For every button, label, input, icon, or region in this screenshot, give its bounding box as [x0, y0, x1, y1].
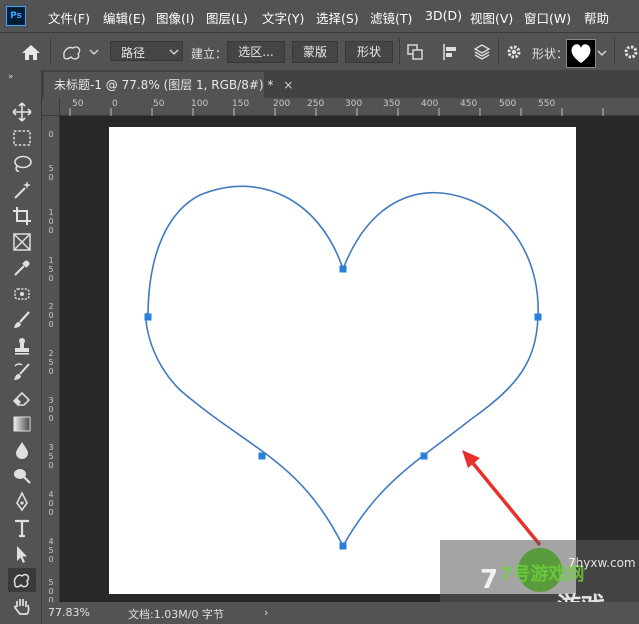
status-menu-arrow[interactable]: ›	[264, 606, 268, 619]
svg-text:7: 7	[480, 565, 498, 595]
document-info: 文档:1.03M/0 字节	[128, 608, 224, 621]
annotation-arrow	[462, 450, 542, 547]
zoom-level[interactable]: 77.83%	[48, 606, 90, 619]
heart-path	[145, 185, 539, 548]
watermark-url: 7hyxw.com	[568, 556, 636, 570]
anchor-point	[258, 452, 266, 460]
anchor-point	[144, 313, 152, 321]
heart-path-overlay	[144, 185, 542, 550]
anchor-point	[339, 542, 347, 550]
anchor-point	[339, 265, 347, 273]
anchor-point	[420, 452, 428, 460]
anchor-point	[534, 313, 542, 321]
